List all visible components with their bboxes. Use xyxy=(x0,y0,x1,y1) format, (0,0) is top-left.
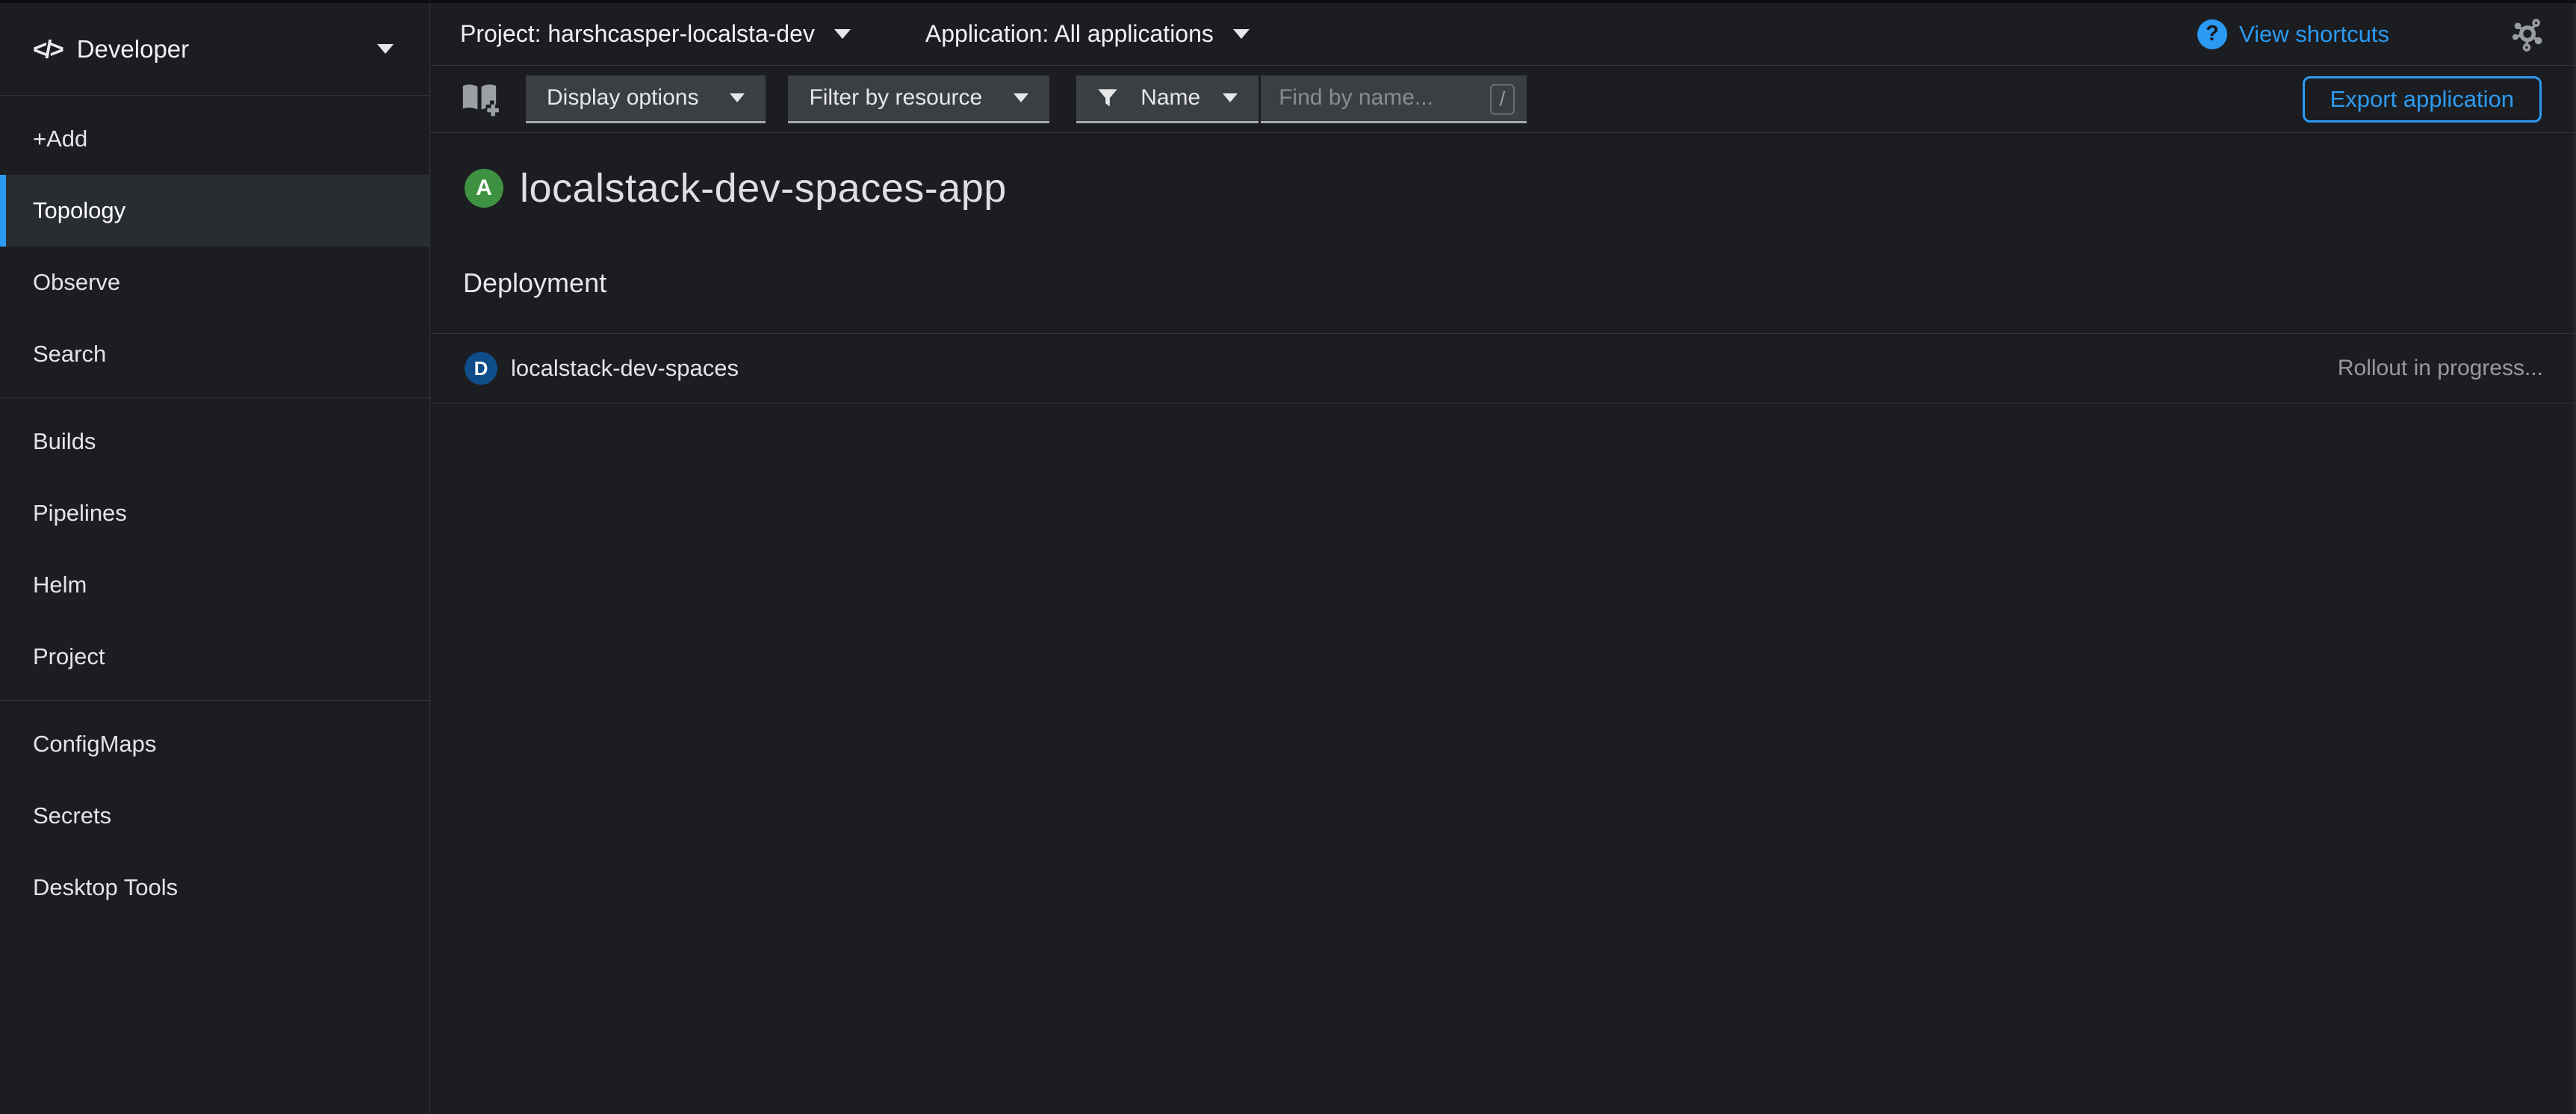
topology-graph-icon-button[interactable] xyxy=(2509,16,2546,53)
filter-by-resource-dropdown[interactable]: Filter by resource xyxy=(788,75,1049,123)
application-dropdown[interactable]: Application: All applications xyxy=(925,20,1250,48)
sidebar-item-secrets[interactable]: Secrets xyxy=(0,780,429,852)
application-group-header: A localstack-dev-spaces-app xyxy=(465,167,2576,209)
book-plus-icon xyxy=(460,81,499,117)
sidebar-item-builds[interactable]: Builds xyxy=(0,406,429,477)
find-by-name-input[interactable] xyxy=(1261,75,1527,123)
sidebar-item-pipelines[interactable]: Pipelines xyxy=(0,477,429,549)
chevron-down-icon xyxy=(1223,93,1238,102)
sidebar-item-observe[interactable]: Observe xyxy=(0,247,429,318)
display-options-dropdown[interactable]: Display options xyxy=(526,75,766,123)
sidebar-nav: +Add Topology Observe Search Builds Pipe… xyxy=(0,96,429,923)
funnel-icon xyxy=(1097,87,1118,108)
context-bar: Project: harshcasper-localsta-dev Applic… xyxy=(430,3,2576,66)
sidebar-item-search[interactable]: Search xyxy=(0,318,429,390)
display-options-label: Display options xyxy=(547,85,698,111)
status-text: Rollout in progress... xyxy=(2338,356,2543,381)
application-dropdown-label: Application: xyxy=(925,20,1049,47)
chevron-down-icon xyxy=(730,93,745,102)
topology-toolbar: Display options Filter by resource xyxy=(430,66,2576,133)
project-dropdown-value: harshcasper-localsta-dev xyxy=(547,20,815,47)
topology-list-view: A localstack-dev-spaces-app Deployment D… xyxy=(430,133,2576,1114)
deployment-badge: D xyxy=(465,352,497,385)
project-dropdown-label: Project: xyxy=(460,20,541,47)
name-filter-group: Name / xyxy=(1076,75,1527,123)
help-question-icon: ? xyxy=(2197,19,2227,49)
sidebar-item-configmaps[interactable]: ConfigMaps xyxy=(0,708,429,780)
sidebar-item-helm[interactable]: Helm xyxy=(0,549,429,621)
topology-graph-icon xyxy=(2509,16,2546,53)
resource-name: localstack-dev-spaces xyxy=(511,355,739,382)
filter-by-resource-label: Filter by resource xyxy=(809,85,982,111)
quick-search-button[interactable] xyxy=(460,81,499,117)
table-row[interactable]: D localstack-dev-spaces Rollout in progr… xyxy=(430,333,2576,403)
sidebar-divider xyxy=(0,397,429,398)
sidebar-divider xyxy=(0,700,429,701)
filter-type-dropdown[interactable]: Name xyxy=(1076,75,1258,123)
slash-shortcut-badge: / xyxy=(1490,84,1515,114)
chevron-down-icon xyxy=(1233,29,1250,39)
export-application-button[interactable]: Export application xyxy=(2303,76,2542,123)
deployment-section-heading: Deployment xyxy=(463,267,2576,299)
application-dropdown-value: All applications xyxy=(1054,20,1213,47)
filter-type-label: Name xyxy=(1140,85,1200,111)
sidebar-item-project[interactable]: Project xyxy=(0,621,429,693)
sidebar-item-add[interactable]: +Add xyxy=(0,103,429,175)
sidebar-item-topology[interactable]: Topology xyxy=(0,175,429,247)
perspective-switcher[interactable]: </> Developer xyxy=(0,3,429,96)
perspective-label: Developer xyxy=(77,35,377,64)
view-shortcuts-link[interactable]: ? View shortcuts xyxy=(2197,19,2389,49)
resource-list: D localstack-dev-spaces Rollout in progr… xyxy=(430,333,2576,403)
main-area: Project: harshcasper-localsta-dev Applic… xyxy=(430,3,2576,1114)
sidebar: </> Developer +Add Topology Observe Sear… xyxy=(0,3,430,1114)
sidebar-item-desktop-tools[interactable]: Desktop Tools xyxy=(0,852,429,923)
app-window: </> Developer +Add Topology Observe Sear… xyxy=(0,0,2576,1114)
project-dropdown[interactable]: Project: harshcasper-localsta-dev xyxy=(460,20,851,48)
application-title: localstack-dev-spaces-app xyxy=(520,165,1007,211)
code-icon: </> xyxy=(33,35,62,64)
chevron-down-icon xyxy=(377,44,394,54)
chevron-down-icon xyxy=(1014,93,1028,102)
chevron-down-icon xyxy=(834,29,851,39)
application-badge: A xyxy=(465,169,503,208)
view-shortcuts-label: View shortcuts xyxy=(2239,21,2389,48)
